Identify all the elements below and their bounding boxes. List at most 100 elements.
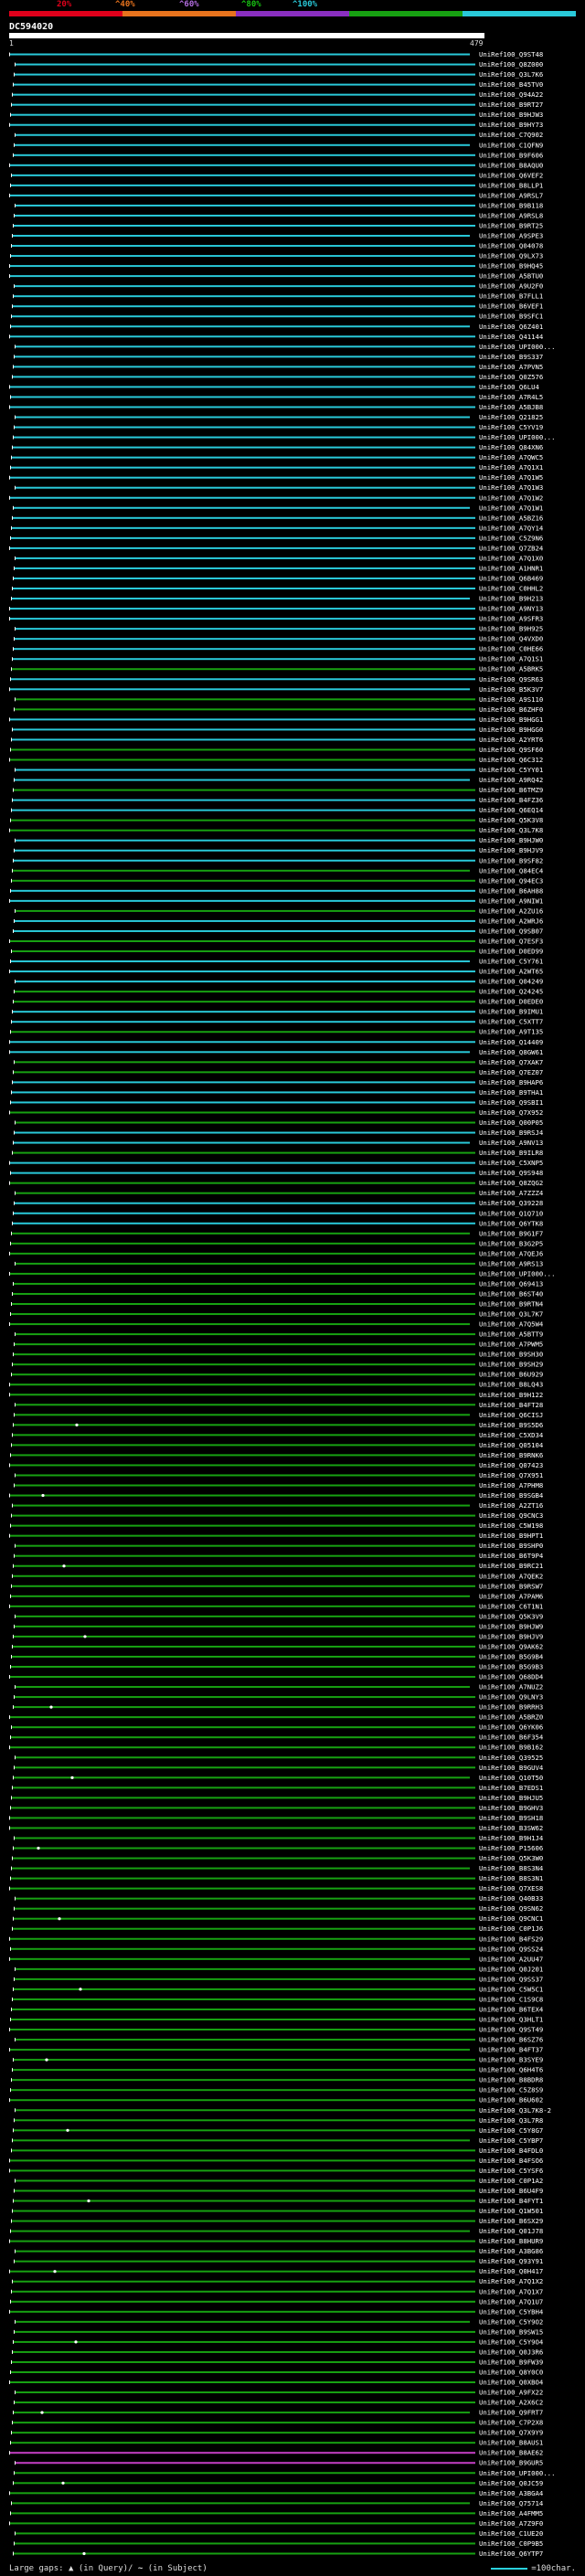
hit-label[interactable]: UniRef100_A9RSL7: [479, 191, 543, 199]
hit-label[interactable]: UniRef100_A7PHM8: [479, 1481, 543, 1489]
hit-label[interactable]: UniRef100_Q1Q710: [479, 1209, 543, 1217]
hit-label[interactable]: UniRef100_UPI000...: [479, 343, 555, 351]
hit-label[interactable]: UniRef100_B9RC21: [479, 1562, 543, 1570]
hit-label[interactable]: UniRef100_A7Q1U7: [479, 2297, 543, 2306]
hit-label[interactable]: UniRef100_A5BJB8: [479, 403, 543, 411]
hit-label[interactable]: UniRef100_B4FDL0: [479, 2147, 543, 2155]
hit-label[interactable]: UniRef100_C6T1N1: [479, 1602, 543, 1610]
hit-label[interactable]: UniRef100_A7QEJ6: [479, 1249, 543, 1257]
hit-label[interactable]: UniRef100_Q9ST49: [479, 2026, 543, 2034]
hit-label[interactable]: UniRef100_Q01J78: [479, 2227, 543, 2235]
hit-label[interactable]: UniRef100_B4FYT1: [479, 2197, 543, 2205]
hit-label[interactable]: UniRef100_Q8Y0C0: [479, 2368, 543, 2376]
hit-label[interactable]: UniRef100_A7Q1X0: [479, 554, 543, 562]
hit-label[interactable]: UniRef100_B4FT37: [479, 2046, 543, 2054]
hit-label[interactable]: UniRef100_Q3L7R8: [479, 2116, 543, 2125]
hit-label[interactable]: UniRef100_B6U602: [479, 2096, 543, 2104]
hit-label[interactable]: UniRef100_Q6B469: [479, 574, 543, 582]
hit-label[interactable]: UniRef100_B8LQ43: [479, 1381, 543, 1389]
hit-label[interactable]: UniRef100_A2WT65: [479, 968, 543, 976]
hit-label[interactable]: UniRef100_Q7XES8: [479, 1884, 543, 1892]
hit-label[interactable]: UniRef100_UPI000...: [479, 2469, 555, 2477]
hit-label[interactable]: UniRef100_A2WRJ6: [479, 917, 543, 925]
hit-label[interactable]: UniRef100_B9IMU1: [479, 1008, 543, 1016]
hit-label[interactable]: UniRef100_B9SW15: [479, 2327, 543, 2336]
hit-label[interactable]: UniRef100_B9GUR5: [479, 2459, 543, 2467]
hit-label[interactable]: UniRef100_A7Q1X1: [479, 463, 543, 472]
hit-label[interactable]: UniRef100_Q9SBI1: [479, 1098, 543, 1107]
hit-label[interactable]: UniRef100_C7P2X8: [479, 2419, 543, 2427]
hit-label[interactable]: UniRef100_B9HJW0: [479, 836, 543, 844]
hit-label[interactable]: UniRef100_Q7X951: [479, 1471, 543, 1479]
hit-label[interactable]: UniRef100_B9ILR8: [479, 1149, 543, 1157]
hit-label[interactable]: UniRef100_Q07423: [479, 1461, 543, 1469]
hit-label[interactable]: UniRef100_Q00P05: [479, 1118, 543, 1127]
hit-label[interactable]: UniRef100_B9SF82: [479, 856, 543, 864]
hit-label[interactable]: UniRef100_Q0JC59: [479, 2479, 543, 2487]
hit-label[interactable]: UniRef100_B9B118: [479, 201, 543, 209]
hit-label[interactable]: UniRef100_A1HNR1: [479, 564, 543, 572]
hit-label[interactable]: UniRef100_B8AQU0: [479, 161, 543, 169]
hit-label[interactable]: UniRef100_B9H925: [479, 625, 543, 633]
hit-label[interactable]: UniRef100_A7Q1X2: [479, 2277, 543, 2285]
hit-label[interactable]: UniRef100_Q6C312: [479, 756, 543, 764]
hit-label[interactable]: UniRef100_Q8GW61: [479, 1048, 543, 1056]
hit-label[interactable]: UniRef100_B9S337: [479, 353, 543, 361]
hit-label[interactable]: UniRef100_Q7X9Y9: [479, 2429, 543, 2437]
hit-label[interactable]: UniRef100_UPI000...: [479, 433, 555, 441]
hit-label[interactable]: UniRef100_B9SHP0: [479, 1542, 543, 1550]
hit-label[interactable]: UniRef100_Q84XN6: [479, 443, 543, 451]
hit-label[interactable]: UniRef100_Q9CNC1: [479, 1914, 543, 1923]
hit-label[interactable]: UniRef100_Q6YK06: [479, 1723, 543, 1732]
hit-label[interactable]: UniRef100_Q14409: [479, 1038, 543, 1046]
hit-label[interactable]: UniRef100_C5YBH4: [479, 2307, 544, 2316]
hit-label[interactable]: UniRef100_Q5K3V8: [479, 816, 543, 824]
hit-label[interactable]: UniRef100_Q9SS37: [479, 1975, 543, 1983]
hit-label[interactable]: UniRef100_C5Y761: [479, 958, 543, 966]
hit-label[interactable]: UniRef100_C1QFN9: [479, 141, 543, 149]
hit-label[interactable]: UniRef100_A5BTT9: [479, 1330, 543, 1339]
hit-label[interactable]: UniRef100_A7ZZZ4: [479, 1189, 544, 1197]
hit-label[interactable]: UniRef100_Q9S948: [479, 1169, 543, 1177]
hit-label[interactable]: UniRef100_Q94EC3: [479, 876, 543, 885]
hit-label[interactable]: UniRef100_Q7X952: [479, 1108, 543, 1117]
hit-label[interactable]: UniRef100_B9SFC1: [479, 313, 543, 321]
hit-label[interactable]: UniRef100_B9SH29: [479, 1361, 543, 1369]
hit-label[interactable]: UniRef100_B9RRH3: [479, 1703, 543, 1712]
hit-label[interactable]: UniRef100_Q9SF60: [479, 746, 543, 754]
hit-label[interactable]: UniRef100_Q94A22: [479, 90, 543, 99]
hit-label[interactable]: UniRef100_B9HJW3: [479, 111, 543, 119]
hit-label[interactable]: UniRef100_B9S5D6: [479, 1421, 543, 1429]
hit-label[interactable]: UniRef100_Q39228: [479, 1199, 543, 1207]
hit-label[interactable]: UniRef100_Q6VEF2: [479, 171, 543, 179]
hit-label[interactable]: UniRef100_Q75714: [479, 2499, 544, 2507]
hit-label[interactable]: UniRef100_B4FS29: [479, 1935, 543, 1943]
hit-label[interactable]: UniRef100_Q9SR63: [479, 675, 543, 684]
hit-label[interactable]: UniRef100_Q7XAK7: [479, 1058, 543, 1066]
hit-label[interactable]: UniRef100_Q69413: [479, 1279, 543, 1288]
hit-label[interactable]: UniRef100_B8HUR9: [479, 2237, 543, 2245]
hit-label[interactable]: UniRef100_Q04249: [479, 978, 543, 986]
hit-label[interactable]: UniRef100_B4FZ36: [479, 796, 543, 804]
hit-label[interactable]: UniRef100_C1S9C8: [479, 1995, 543, 2003]
hit-label[interactable]: UniRef100_A5BTU0: [479, 272, 543, 281]
hit-label[interactable]: UniRef100_Q40B33: [479, 1894, 543, 1903]
hit-label[interactable]: UniRef100_C5YBP7: [479, 2136, 543, 2145]
hit-label[interactable]: UniRef100_B45TV0: [479, 80, 543, 89]
hit-label[interactable]: UniRef100_A7PVN5: [479, 363, 543, 371]
hit-label[interactable]: UniRef100_A9NV13: [479, 1139, 543, 1147]
hit-label[interactable]: UniRef100_Q9AK62: [479, 1642, 543, 1650]
hit-label[interactable]: UniRef100_A9RSL8: [479, 211, 543, 219]
hit-label[interactable]: UniRef100_Q3L7K6: [479, 70, 543, 79]
hit-label[interactable]: UniRef100_B5G9B4: [479, 1652, 544, 1660]
hit-label[interactable]: UniRef100_Q5K3V9: [479, 1612, 543, 1620]
hit-label[interactable]: UniRef100_B9HY73: [479, 121, 543, 129]
hit-label[interactable]: UniRef100_C0HE66: [479, 645, 543, 653]
hit-label[interactable]: UniRef100_Q6H4T6: [479, 2066, 543, 2074]
hit-label[interactable]: UniRef100_B9RSW7: [479, 1582, 543, 1590]
hit-label[interactable]: UniRef100_A7R4L5: [479, 393, 543, 401]
hit-label[interactable]: UniRef100_D0EDE0: [479, 998, 543, 1006]
hit-label[interactable]: UniRef100_B9HGG0: [479, 726, 543, 734]
hit-label[interactable]: UniRef100_Q05104: [479, 1441, 544, 1449]
hit-label[interactable]: UniRef100_B6SX29: [479, 2217, 543, 2225]
